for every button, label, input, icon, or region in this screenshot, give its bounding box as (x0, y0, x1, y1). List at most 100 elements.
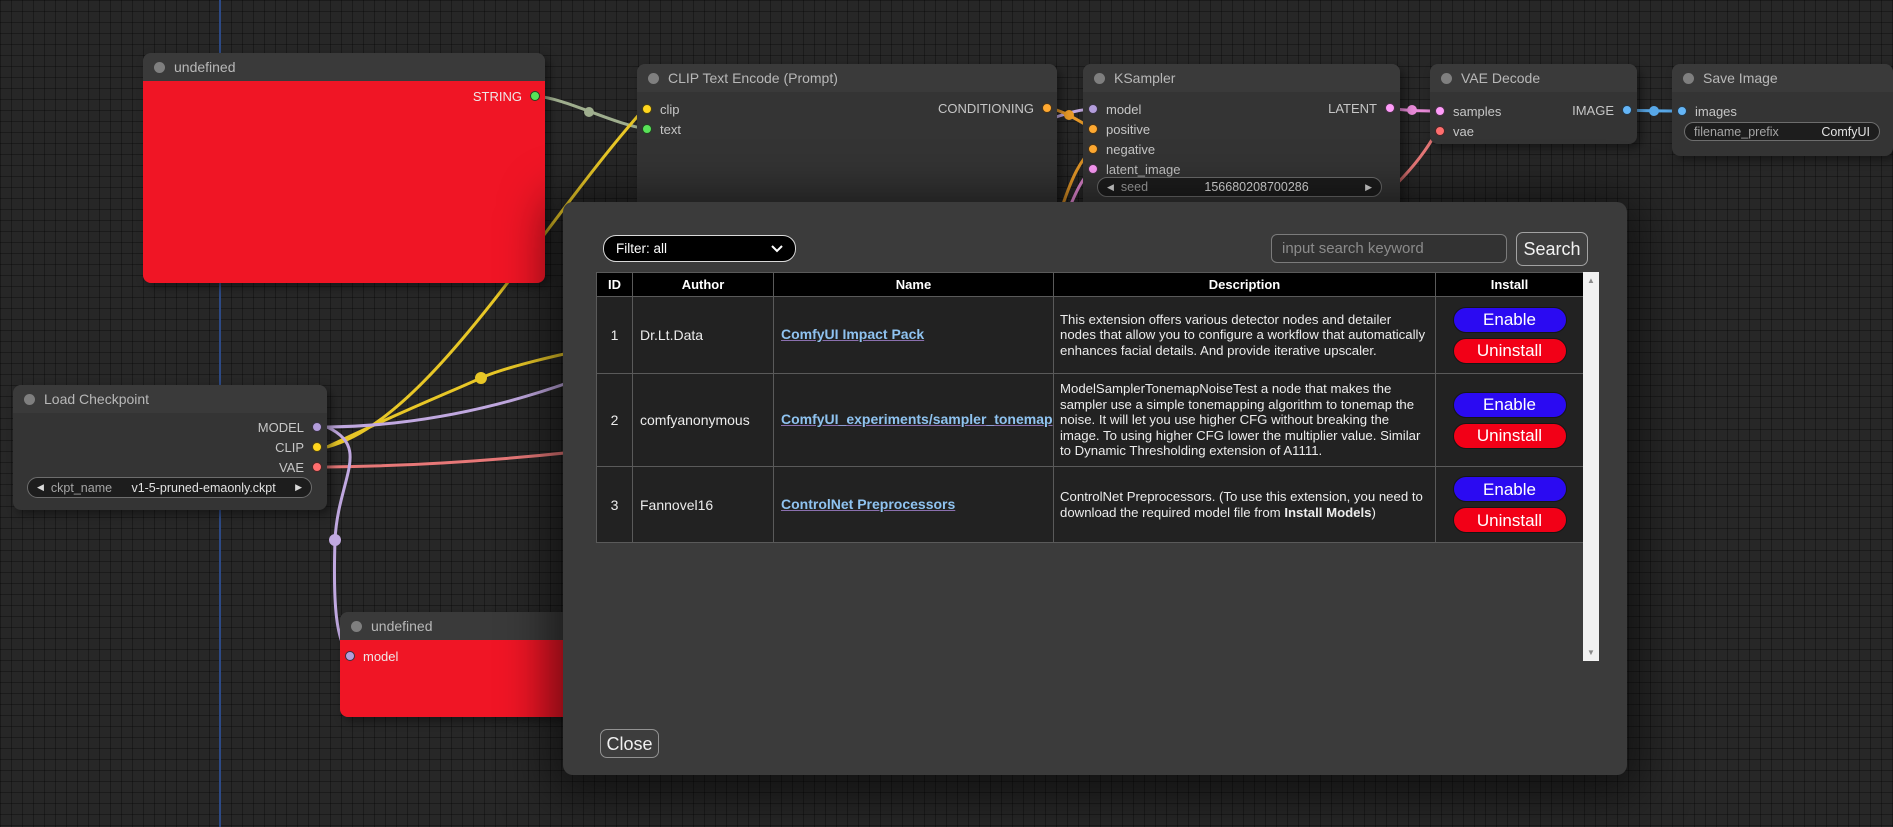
filename-prefix-widget[interactable]: filename_prefix ComfyUI (1684, 122, 1880, 141)
extensions-table: ID Author Name Description Install 1Dr.L… (596, 272, 1583, 543)
input-label: positive (1106, 122, 1150, 137)
row-name: ComfyUI Impact Pack (774, 297, 1054, 374)
images-input-slot[interactable] (1677, 106, 1687, 116)
input-label: images (1695, 104, 1737, 119)
header-author: Author (633, 273, 774, 297)
row-description: ControlNet Preprocessors. (To use this e… (1054, 467, 1436, 543)
widget-value: 156680208700286 (1204, 180, 1308, 194)
uninstall-button[interactable]: Uninstall (1453, 423, 1567, 449)
scroll-down-icon[interactable]: ▼ (1587, 644, 1595, 661)
extension-link[interactable]: ComfyUI_experiments/sampler_tonemap (781, 411, 1053, 427)
filter-select[interactable]: Filter: all (603, 235, 796, 262)
node-title: Load Checkpoint (44, 391, 149, 407)
uninstall-button[interactable]: Uninstall (1453, 507, 1567, 533)
output-label: LATENT (1328, 101, 1377, 116)
widget-value: v1-5-pruned-emaonly.ckpt (131, 481, 275, 495)
widget-right-arrow-icon[interactable]: ▶ (1365, 182, 1372, 193)
vae-input-slot[interactable] (1435, 126, 1445, 136)
node-collapse-dot[interactable] (24, 394, 35, 405)
node-undefined-top[interactable]: undefined STRING (143, 53, 545, 283)
row-id: 2 (597, 374, 633, 467)
output-label: CLIP (275, 440, 304, 455)
widget-left-arrow-icon[interactable]: ◀ (37, 482, 44, 493)
extension-link[interactable]: ComfyUI Impact Pack (781, 326, 924, 342)
widget-label: seed (1121, 180, 1148, 194)
enable-button[interactable]: Enable (1453, 307, 1567, 333)
positive-input-slot[interactable] (1088, 124, 1098, 134)
input-label: vae (1453, 124, 1474, 139)
text-input-slot[interactable] (642, 124, 652, 134)
node-title-bar: VAE Decode (1430, 64, 1637, 92)
node-title: undefined (174, 59, 236, 75)
node-title: KSampler (1114, 70, 1175, 86)
header-install: Install (1436, 273, 1584, 297)
row-name: ComfyUI_experiments/sampler_tonemap (774, 374, 1054, 467)
output-label: IMAGE (1572, 103, 1614, 118)
row-author: Dr.Lt.Data (633, 297, 774, 374)
row-description: This extension offers various detector n… (1054, 297, 1436, 374)
node-save-image[interactable]: Save Image images filename_prefix ComfyU… (1672, 64, 1893, 156)
table-row: 1Dr.Lt.DataComfyUI Impact PackThis exten… (597, 297, 1584, 374)
chevron-down-icon (771, 245, 783, 253)
node-collapse-dot[interactable] (1683, 73, 1694, 84)
row-install: Enable Uninstall (1436, 467, 1584, 543)
output-label: STRING (473, 89, 522, 104)
node-load-checkpoint[interactable]: Load Checkpoint MODEL CLIP VAE ◀ ckpt_na… (13, 385, 327, 510)
ckpt-name-widget[interactable]: ◀ ckpt_name v1-5-pruned-emaonly.ckpt ▶ (27, 477, 312, 498)
node-title: Save Image (1703, 70, 1778, 86)
search-button[interactable]: Search (1516, 232, 1588, 266)
node-collapse-dot[interactable] (1441, 73, 1452, 84)
extension-link[interactable]: ControlNet Preprocessors (781, 496, 955, 512)
node-collapse-dot[interactable] (154, 62, 165, 73)
node-title-bar: Save Image (1672, 64, 1893, 92)
row-install: Enable Uninstall (1436, 297, 1584, 374)
node-error-body (143, 81, 545, 283)
widget-left-arrow-icon[interactable]: ◀ (1107, 182, 1114, 193)
image-output-slot[interactable] (1622, 105, 1632, 115)
header-name: Name (774, 273, 1054, 297)
node-collapse-dot[interactable] (351, 621, 362, 632)
seed-widget[interactable]: ◀ seed 156680208700286 ▶ (1097, 177, 1382, 197)
node-collapse-dot[interactable] (648, 73, 659, 84)
input-label: negative (1106, 142, 1155, 157)
clip-output-slot[interactable] (312, 442, 322, 452)
row-author: comfyanonymous (633, 374, 774, 467)
latent-image-input-slot[interactable] (1088, 164, 1098, 174)
vae-output-slot[interactable] (312, 462, 322, 472)
extensions-table-body: 1Dr.Lt.DataComfyUI Impact PackThis exten… (597, 297, 1584, 543)
table-scrollbar[interactable]: ▲ ▼ (1583, 272, 1599, 661)
table-header-row: ID Author Name Description Install (597, 273, 1584, 297)
widget-right-arrow-icon[interactable]: ▶ (295, 482, 302, 493)
row-id: 3 (597, 467, 633, 543)
node-title-bar: KSampler (1083, 64, 1400, 92)
row-description: ModelSamplerTonemapNoiseTest a node that… (1054, 374, 1436, 467)
scroll-up-icon[interactable]: ▲ (1587, 272, 1595, 289)
output-label: MODEL (258, 420, 304, 435)
node-vae-decode[interactable]: VAE Decode samples vae IMAGE (1430, 64, 1637, 144)
row-install: Enable Uninstall (1436, 374, 1584, 467)
table-row: 3Fannovel16 ControlNet Preprocessors Contr… (597, 467, 1584, 543)
node-collapse-dot[interactable] (1094, 73, 1105, 84)
enable-button[interactable]: Enable (1453, 476, 1567, 502)
filter-selected-value: Filter: all (616, 241, 667, 256)
close-button[interactable]: Close (600, 729, 659, 758)
model-output-slot[interactable] (312, 422, 322, 432)
widget-label: filename_prefix (1694, 125, 1779, 139)
conditioning-output-slot[interactable] (1042, 103, 1052, 113)
latent-output-slot[interactable] (1385, 103, 1395, 113)
negative-input-slot[interactable] (1088, 144, 1098, 154)
table-row: 2comfyanonymous ComfyUI_experiments/sampl… (597, 374, 1584, 467)
enable-button[interactable]: Enable (1453, 392, 1567, 418)
input-label: latent_image (1106, 162, 1180, 177)
graph-canvas[interactable]: undefined STRING CLIP Text Encode (Promp… (0, 0, 1893, 827)
string-output-slot[interactable] (530, 91, 540, 101)
search-input[interactable] (1271, 234, 1507, 263)
uninstall-button[interactable]: Uninstall (1453, 338, 1567, 364)
output-label: VAE (279, 460, 304, 475)
header-description: Description (1054, 273, 1436, 297)
row-author: Fannovel16 (633, 467, 774, 543)
input-label: model (363, 649, 398, 664)
model-input-slot[interactable] (345, 651, 355, 661)
node-title: VAE Decode (1461, 70, 1540, 86)
widget-value: ComfyUI (1821, 125, 1870, 139)
